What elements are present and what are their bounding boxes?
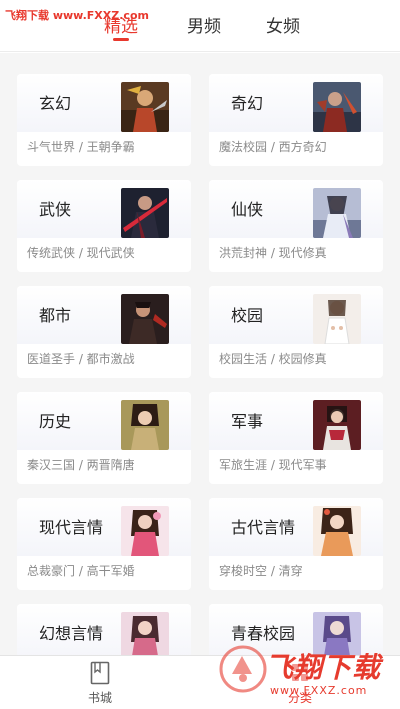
category-title: 仙侠 [231, 200, 264, 219]
category-subtitle: 魔法校园 / 西方奇幻 [219, 140, 327, 154]
category-title: 历史 [39, 412, 72, 431]
category-title: 都市 [39, 306, 72, 325]
category-subtitle: 军旅生涯 / 现代军事 [219, 458, 327, 472]
tab-female[interactable]: 女频 [266, 12, 300, 37]
bottom-navigation: 书城 分类 [0, 655, 400, 709]
category-thumbnail [121, 294, 169, 344]
active-tab-indicator [113, 38, 129, 41]
top-tab-bar: 飞翔下载 www.FXXZ.com 精选 男频 女频 [0, 0, 400, 52]
category-card[interactable]: 都市 医道圣手 / 都市激战 [17, 286, 191, 378]
category-thumbnail [313, 82, 361, 132]
category-card[interactable]: 玄幻 斗气世界 / 王朝争霸 [17, 74, 191, 166]
tab-featured[interactable]: 精选 [104, 12, 138, 37]
category-subtitle: 洪荒封神 / 现代修真 [219, 246, 327, 260]
category-thumbnail [313, 188, 361, 238]
category-card[interactable]: 武侠 传统武侠 / 现代武侠 [17, 180, 191, 272]
category-grid: 玄幻 斗气世界 / 王朝争霸 奇幻 魔法校园 / 西方奇幻 武侠 传统武侠 / … [0, 53, 400, 655]
category-thumbnail [313, 612, 361, 655]
category-thumbnail [313, 294, 361, 344]
category-thumbnail [313, 400, 361, 450]
category-subtitle: 医道圣手 / 都市激战 [27, 352, 135, 366]
category-title: 武侠 [39, 200, 72, 219]
category-thumbnail [313, 506, 361, 556]
category-subtitle: 穿梭时空 / 清穿 [219, 564, 303, 578]
category-title: 幻想言情 [39, 624, 104, 643]
nav-label: 书城 [87, 691, 112, 705]
category-thumbnail [121, 82, 169, 132]
category-subtitle: 总裁豪门 / 高干军婚 [27, 564, 135, 578]
category-subtitle: 秦汉三国 / 两晋隋唐 [27, 458, 135, 472]
category-thumbnail [121, 506, 169, 556]
category-title: 玄幻 [39, 94, 72, 113]
book-icon [90, 661, 110, 685]
category-subtitle: 校园生活 / 校园修真 [219, 352, 327, 366]
category-icon [292, 664, 308, 681]
nav-category[interactable]: 分类 [240, 656, 360, 709]
category-title: 军事 [231, 412, 264, 431]
tab-male[interactable]: 男频 [187, 12, 221, 37]
category-card[interactable]: 奇幻 魔法校园 / 西方奇幻 [209, 74, 383, 166]
nav-bookstore[interactable]: 书城 [40, 656, 160, 709]
category-card[interactable]: 现代言情 总裁豪门 / 高干军婚 [17, 498, 191, 590]
category-card[interactable]: 历史 秦汉三国 / 两晋隋唐 [17, 392, 191, 484]
category-title: 现代言情 [39, 518, 104, 537]
category-thumbnail [121, 612, 169, 655]
category-title: 青春校园 [231, 624, 296, 643]
category-subtitle: 传统武侠 / 现代武侠 [27, 246, 135, 260]
category-card[interactable]: 校园 校园生活 / 校园修真 [209, 286, 383, 378]
category-card[interactable]: 古代言情 穿梭时空 / 清穿 [209, 498, 383, 590]
category-subtitle: 斗气世界 / 王朝争霸 [27, 140, 135, 154]
category-title: 奇幻 [231, 94, 264, 113]
category-card[interactable]: 仙侠 洪荒封神 / 现代修真 [209, 180, 383, 272]
nav-label: 分类 [287, 691, 312, 705]
category-title: 校园 [231, 306, 264, 325]
category-thumbnail [121, 400, 169, 450]
category-card[interactable]: 军事 军旅生涯 / 现代军事 [209, 392, 383, 484]
category-title: 古代言情 [231, 518, 296, 537]
category-thumbnail [121, 188, 169, 238]
category-card[interactable]: 青春校园 [209, 604, 383, 655]
category-card[interactable]: 幻想言情 [17, 604, 191, 655]
